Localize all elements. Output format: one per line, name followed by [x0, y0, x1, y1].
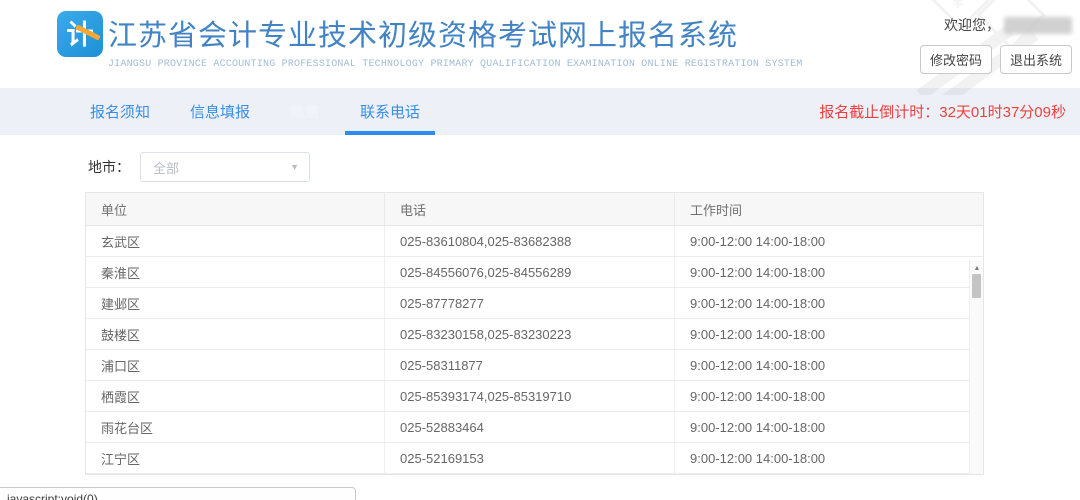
tab-payment[interactable]: 缴费	[288, 88, 322, 135]
cell-phone: 025-83230158,025-83230223	[385, 319, 675, 349]
registration-countdown: 报名截止倒计时：32天01时37分09秒	[819, 88, 1066, 135]
browser-status-tooltip: javascript:void(0)	[0, 487, 356, 500]
cell-phone: 025-52169153	[385, 443, 675, 473]
tab-contact-phone[interactable]: 联系电话	[358, 88, 422, 135]
cell-hours: 9:00-12:00 14:00-18:00	[675, 319, 983, 349]
table-row: 建邺区 025-87778277 9:00-12:00 14:00-18:00	[86, 288, 983, 319]
chevron-down-icon: ▼	[290, 162, 299, 172]
page-title: 江苏省会计专业技术初级资格考试网上报名系统	[108, 12, 803, 54]
cell-unit: 浦口区	[86, 350, 385, 380]
cell-unit: 秦淮区	[86, 257, 385, 287]
table-row: 浦口区 025-58311877 9:00-12:00 14:00-18:00	[86, 350, 983, 381]
header-user-area: 欢迎您， 修改密码 退出系统	[902, 15, 1072, 74]
change-password-button[interactable]: 修改密码	[920, 45, 992, 74]
cell-hours: 9:00-12:00 14:00-18:00	[675, 350, 983, 380]
logout-button[interactable]: 退出系统	[1000, 45, 1072, 74]
cell-hours: 9:00-12:00 14:00-18:00	[675, 381, 983, 411]
table-row: 江宁区 025-52169153 9:00-12:00 14:00-18:00	[86, 443, 983, 474]
cell-hours: 9:00-12:00 14:00-18:00	[675, 226, 983, 256]
cell-hours: 9:00-12:00 14:00-18:00	[675, 288, 983, 318]
column-header-phone: 电话	[385, 193, 675, 225]
cell-phone: 025-52883464	[385, 412, 675, 442]
active-tab-underline	[345, 131, 435, 135]
cell-phone: 025-87778277	[385, 288, 675, 318]
page-header: 计 江苏省会计专业技术初级资格考试网上报名系统 JIANGSU PROVINCE…	[0, 0, 1080, 88]
table-header-row: 单位 电话 工作时间	[86, 193, 983, 226]
title-block: 江苏省会计专业技术初级资格考试网上报名系统 JIANGSU PROVINCE A…	[108, 12, 803, 70]
tab-registration-notice[interactable]: 报名须知	[88, 88, 152, 135]
cell-phone: 025-84556076,025-84556289	[385, 257, 675, 287]
table-row: 雨花台区 025-52883464 9:00-12:00 14:00-18:00	[86, 412, 983, 443]
cell-unit: 玄武区	[86, 226, 385, 256]
cell-unit: 鼓楼区	[86, 319, 385, 349]
app-logo-icon: 计	[57, 11, 103, 57]
table-row: 鼓楼区 025-83230158,025-83230223 9:00-12:00…	[86, 319, 983, 350]
page-subtitle: JIANGSU PROVINCE ACCOUNTING PROFESSIONAL…	[108, 59, 803, 70]
cell-hours: 9:00-12:00 14:00-18:00	[675, 257, 983, 287]
user-name-redacted	[1004, 17, 1072, 34]
scrollbar-thumb[interactable]	[972, 274, 981, 298]
table-scrollbar[interactable]: ▲ ▼	[969, 260, 983, 474]
scroll-up-arrow-icon[interactable]: ▲	[970, 262, 983, 274]
welcome-label: 欢迎您，	[944, 15, 1000, 35]
tab-info-entry[interactable]: 信息填报	[188, 88, 252, 135]
city-filter-label: 地市：	[88, 157, 130, 177]
cell-phone: 025-85393174,025-85319710	[385, 381, 675, 411]
svg-text:¥: ¥	[951, 0, 965, 13]
cell-unit: 雨花台区	[86, 412, 385, 442]
cell-unit: 栖霞区	[86, 381, 385, 411]
column-header-hours: 工作时间	[675, 193, 983, 225]
cell-phone: 025-83610804,025-83682388	[385, 226, 675, 256]
table-row: 玄武区 025-83610804,025-83682388 9:00-12:00…	[86, 226, 983, 257]
main-nav: 报名须知 信息填报 缴费 联系电话 报名截止倒计时：32天01时37分09秒	[0, 88, 1080, 135]
city-select-value: 全部	[153, 158, 179, 177]
table-row: 栖霞区 025-85393174,025-85319710 9:00-12:00…	[86, 381, 983, 412]
table-row: 秦淮区 025-84556076,025-84556289 9:00-12:00…	[86, 257, 983, 288]
cell-hours: 9:00-12:00 14:00-18:00	[675, 412, 983, 442]
city-select-dropdown[interactable]: 全部 ▼	[140, 152, 310, 182]
cell-phone: 025-58311877	[385, 350, 675, 380]
contacts-table: 单位 电话 工作时间 玄武区 025-83610804,025-83682388…	[85, 192, 984, 475]
cell-hours: 9:00-12:00 14:00-18:00	[675, 443, 983, 473]
table-body: 玄武区 025-83610804,025-83682388 9:00-12:00…	[86, 226, 983, 474]
nav-tabs: 报名须知 信息填报 缴费 联系电话	[88, 88, 458, 135]
cell-unit: 江宁区	[86, 443, 385, 473]
column-header-unit: 单位	[86, 193, 385, 225]
city-filter: 地市： 全部 ▼	[88, 152, 310, 182]
cell-unit: 建邺区	[86, 288, 385, 318]
